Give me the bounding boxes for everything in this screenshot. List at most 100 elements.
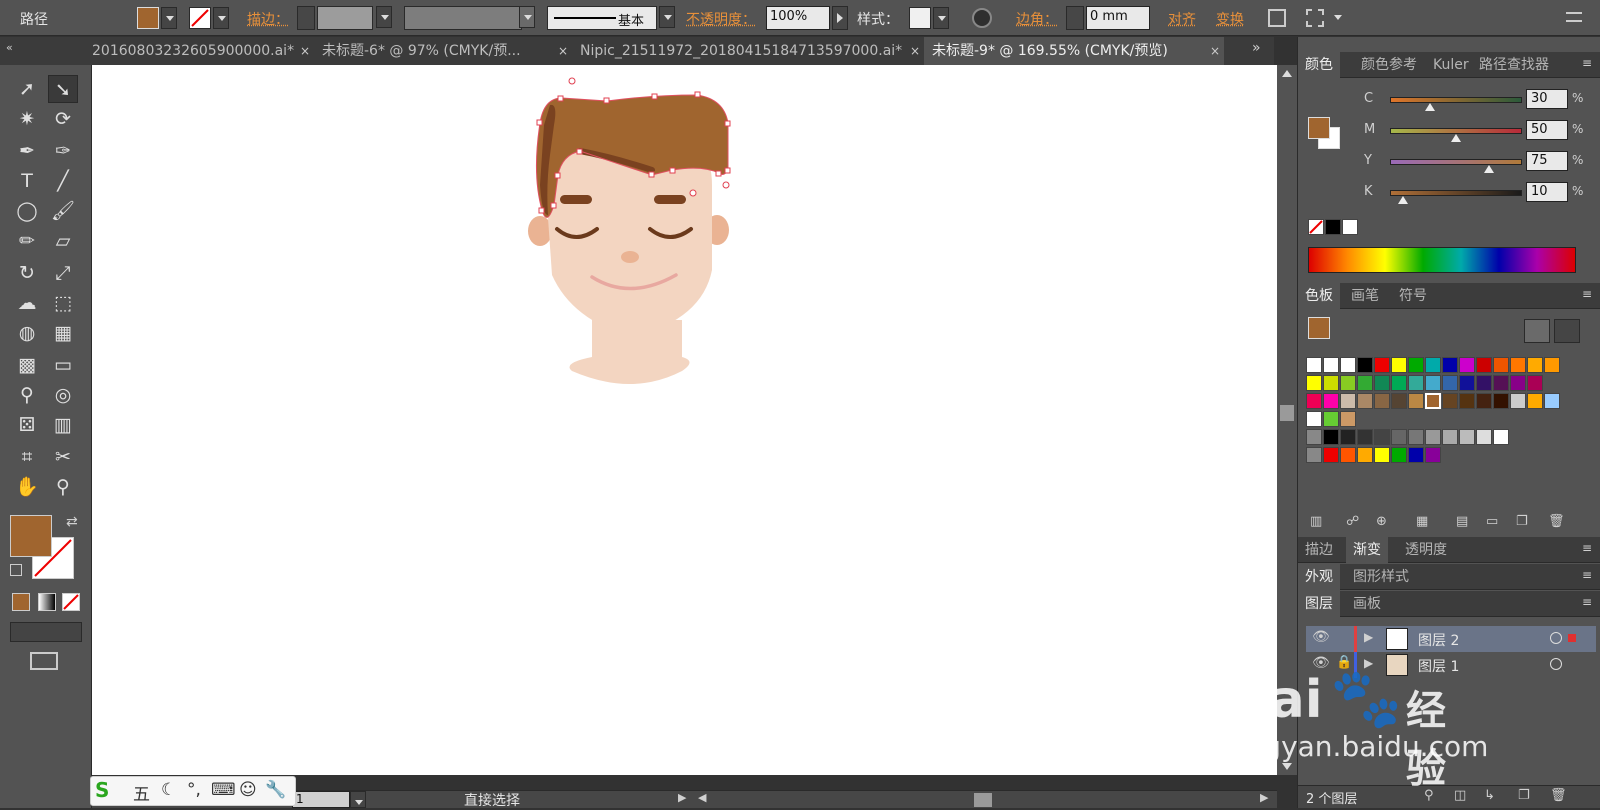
- swatch-tile[interactable]: [1476, 375, 1492, 391]
- swatch-tile[interactable]: [1476, 357, 1492, 373]
- swatch-tile[interactable]: [1306, 411, 1322, 427]
- swatch-tile[interactable]: [1306, 357, 1322, 373]
- blend-tool-icon[interactable]: ◎: [48, 381, 78, 409]
- black-value-input[interactable]: 10: [1526, 182, 1568, 202]
- swatch-tile[interactable]: [1442, 375, 1458, 391]
- swatch-libraries-icon[interactable]: ▥: [1310, 514, 1322, 529]
- black-slider-track[interactable]: [1390, 190, 1522, 196]
- rotate-tool-icon[interactable]: ↻: [12, 259, 42, 287]
- swatch-tile[interactable]: [1357, 429, 1373, 445]
- none-mode-icon[interactable]: [62, 593, 80, 611]
- vertical-scrollbar[interactable]: [1277, 65, 1297, 775]
- tab-color[interactable]: 颜色: [1298, 52, 1340, 78]
- swatch-tile[interactable]: [1391, 357, 1407, 373]
- stroke-swatch[interactable]: [189, 7, 211, 29]
- black-swatch[interactable]: [1325, 219, 1341, 235]
- swatch-tile[interactable]: [1306, 393, 1322, 409]
- swatch-tile[interactable]: [1391, 393, 1407, 409]
- cyan-slider-thumb[interactable]: [1424, 103, 1435, 111]
- swatch-tile[interactable]: [1459, 357, 1475, 373]
- fill-dropdown[interactable]: [161, 7, 177, 29]
- tab-document-2[interactable]: 未标题-6* @ 97% (CMYK/预... ×: [314, 37, 572, 65]
- brush-dropdown[interactable]: [659, 6, 675, 28]
- opacity-arrow[interactable]: [832, 6, 848, 30]
- brush-definition[interactable]: 基本: [547, 6, 657, 30]
- panel-menu-icon[interactable]: ≡: [1582, 595, 1592, 609]
- new-sublayer-icon[interactable]: ↳: [1484, 788, 1495, 803]
- stroke-weight-dropdown[interactable]: [376, 6, 392, 28]
- swatch-tile[interactable]: [1374, 393, 1390, 409]
- tab-transparency[interactable]: 透明度: [1398, 537, 1454, 563]
- transform-link[interactable]: 变换: [1216, 9, 1244, 29]
- none-swatch[interactable]: [1308, 219, 1324, 235]
- tab-gradient[interactable]: 渐变: [1346, 537, 1388, 563]
- color-group-icon[interactable]: ⊕: [1376, 514, 1387, 529]
- close-icon[interactable]: ×: [558, 37, 568, 65]
- swatch-tile[interactable]: [1357, 357, 1373, 373]
- swatch-tile[interactable]: [1476, 429, 1492, 445]
- swatch-tile[interactable]: [1340, 357, 1356, 373]
- swatch-tile[interactable]: [1408, 447, 1424, 463]
- expand-triangle-icon[interactable]: ▶: [1364, 630, 1373, 644]
- status-arrow-icon[interactable]: ▶: [678, 791, 686, 804]
- swatch-tile[interactable]: [1459, 375, 1475, 391]
- swatch-tile[interactable]: [1374, 429, 1390, 445]
- swatch-tile[interactable]: [1425, 429, 1441, 445]
- variable-width-profile[interactable]: [404, 6, 522, 30]
- collapse-icon[interactable]: «: [6, 41, 13, 54]
- swatch-tile[interactable]: [1425, 393, 1441, 409]
- swatch-tile[interactable]: [1323, 429, 1339, 445]
- drawing-modes-icon[interactable]: [10, 622, 82, 642]
- corner-input[interactable]: 0 mm: [1086, 6, 1150, 30]
- delete-layer-icon[interactable]: 🗑: [1550, 788, 1567, 803]
- symbol-sprayer-tool-icon[interactable]: ⚄: [12, 411, 42, 439]
- user-icon[interactable]: ☺: [239, 780, 257, 800]
- warp-tool-icon[interactable]: ☁: [12, 289, 42, 317]
- layer-name[interactable]: 图层 2: [1418, 630, 1459, 650]
- tab-symbols[interactable]: 符号: [1392, 283, 1434, 309]
- panel-menu-icon[interactable]: ≡: [1582, 287, 1592, 301]
- default-colors-icon[interactable]: [10, 564, 22, 576]
- swatch-tile[interactable]: [1510, 393, 1526, 409]
- puppet-warp-icon[interactable]: [1306, 9, 1324, 27]
- type-tool-icon[interactable]: T: [12, 167, 42, 195]
- curvature-tool-icon[interactable]: ✑: [48, 137, 78, 165]
- swatch-tile[interactable]: [1391, 429, 1407, 445]
- swatch-tile[interactable]: [1374, 447, 1390, 463]
- gradient-tool-icon[interactable]: ▭: [48, 351, 78, 379]
- opacity-label[interactable]: 不透明度：: [686, 9, 756, 29]
- eraser-tool-icon[interactable]: ▱: [48, 227, 78, 255]
- panel-menu-icon[interactable]: ≡: [1582, 541, 1592, 555]
- new-layer-icon[interactable]: ❐: [1518, 788, 1530, 803]
- target-circle-icon[interactable]: [1550, 658, 1562, 670]
- yellow-slider-track[interactable]: [1390, 159, 1522, 165]
- swatch-tile[interactable]: [1340, 411, 1356, 427]
- swatch-tile[interactable]: [1357, 375, 1373, 391]
- graphic-style-swatch[interactable]: [909, 7, 931, 29]
- zoom-tool-icon[interactable]: ⚲: [48, 473, 78, 501]
- yellow-slider-thumb[interactable]: [1484, 165, 1494, 173]
- color-spectrum[interactable]: [1308, 247, 1576, 273]
- swatch-tile[interactable]: [1408, 429, 1424, 445]
- control-menu-icon[interactable]: [1566, 12, 1582, 22]
- swatch-tile[interactable]: [1544, 357, 1560, 373]
- isolate-icon[interactable]: [1268, 9, 1286, 27]
- shape-builder-tool-icon[interactable]: ◍: [12, 319, 42, 347]
- mesh-tool-icon[interactable]: ▩: [12, 351, 42, 379]
- gradient-mode-icon[interactable]: [38, 593, 56, 611]
- swatch-tile[interactable]: [1340, 393, 1356, 409]
- clipping-mask-icon[interactable]: ◫: [1454, 788, 1466, 803]
- swatch-tile[interactable]: [1544, 393, 1560, 409]
- white-swatch[interactable]: [1342, 219, 1358, 235]
- swatch-tile[interactable]: [1425, 375, 1441, 391]
- keyboard-icon[interactable]: ⌨: [211, 780, 236, 800]
- swatch-tile[interactable]: [1510, 357, 1526, 373]
- visibility-eye-icon[interactable]: 👁: [1312, 629, 1330, 645]
- artboard-dropdown[interactable]: [350, 791, 366, 808]
- swatch-tile[interactable]: [1459, 393, 1475, 409]
- swatch-tile[interactable]: [1340, 429, 1356, 445]
- artboard-canvas[interactable]: [92, 65, 1277, 775]
- paintbrush-tool-icon[interactable]: 🖌: [48, 197, 78, 225]
- swatch-tile[interactable]: [1323, 357, 1339, 373]
- tab-swatches[interactable]: 色板: [1298, 283, 1340, 309]
